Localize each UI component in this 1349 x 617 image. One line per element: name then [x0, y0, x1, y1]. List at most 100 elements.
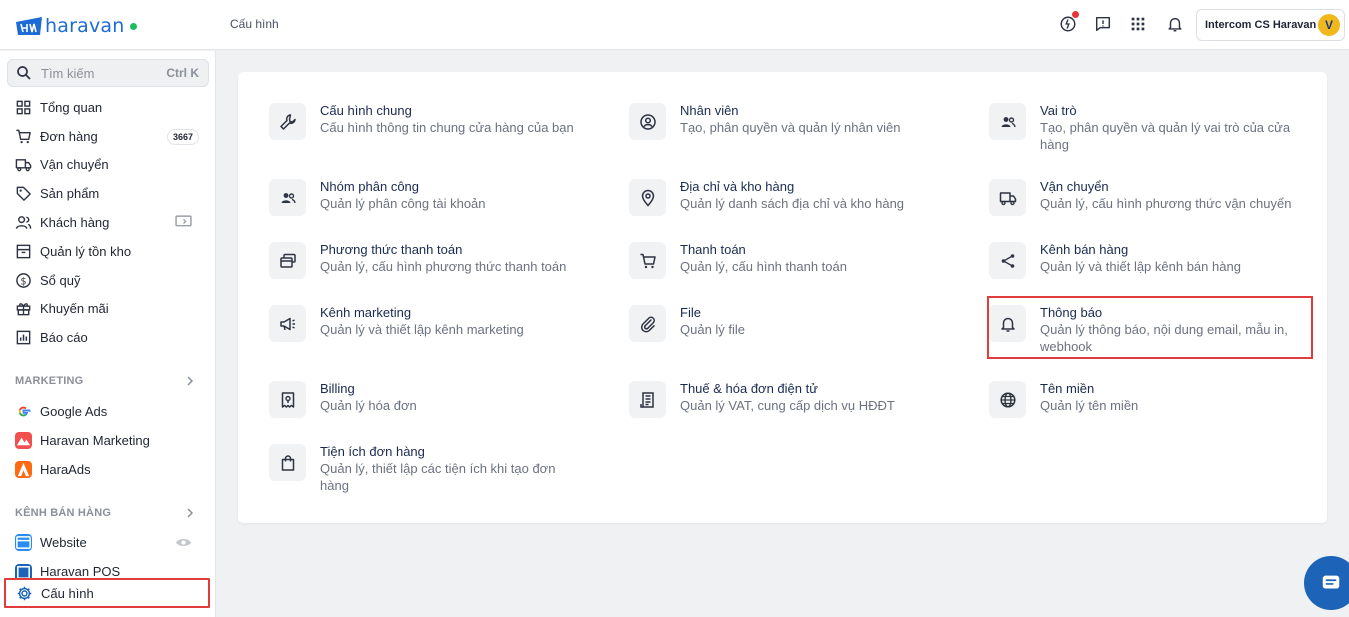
sidebar-item-ton-kho[interactable]: Quản lý tồn kho — [7, 238, 209, 265]
chat-icon — [1322, 575, 1340, 589]
sidebar-item-van-chuyen[interactable]: Vận chuyển — [7, 151, 209, 178]
setting-tax-einvoice[interactable]: Thuế & hóa đơn điện tử Quản lý VAT, cung … — [629, 380, 949, 418]
sidebar-item-label: Khách hàng — [40, 215, 110, 230]
bell-icon[interactable] — [1165, 14, 1185, 34]
setting-title: Thuế & hóa đơn điện tử — [680, 381, 818, 396]
section-title: MARKETING — [15, 375, 84, 387]
sidebar-item-label: Quản lý tồn kho — [40, 244, 132, 259]
sidebar-item-haravan-marketing[interactable]: Haravan Marketing — [7, 427, 209, 454]
pos-icon — [15, 564, 32, 578]
tag-icon — [16, 186, 31, 201]
apps-grid-icon[interactable] — [1128, 14, 1148, 34]
brand-name: haravan — [45, 15, 125, 37]
account-name: Intercom CS Haravan — [1205, 19, 1317, 31]
sidebar-item-label: Đơn hàng — [40, 129, 98, 144]
logo-icon — [14, 14, 44, 38]
setting-locations[interactable]: Địa chỉ và kho hàng Quản lý danh sách địa… — [629, 178, 949, 216]
sidebar-item-don-hang[interactable]: Đơn hàng 3667 — [7, 123, 209, 150]
megaphone-icon — [269, 305, 306, 342]
cart-icon — [16, 129, 31, 144]
search-input[interactable]: Tìm kiếm Ctrl K — [7, 59, 209, 87]
help-sync-icon[interactable] — [1058, 11, 1079, 34]
cashbook-icon: $ — [16, 273, 31, 288]
sidebar-item-bao-cao[interactable]: Báo cáo — [7, 324, 209, 351]
sidebar-item-so-quy[interactable]: $ Sổ quỹ — [7, 267, 209, 294]
order-count-badge: 3667 — [166, 128, 199, 145]
setting-shipping[interactable]: Vận chuyển Quản lý, cấu hình phương thức … — [989, 178, 1309, 216]
setting-title: Kênh bán hàng — [1040, 242, 1129, 257]
setting-title: Kênh marketing — [320, 305, 412, 320]
setting-desc: Tạo, phân quyền và quản lý vai trò của c… — [1040, 120, 1291, 152]
setting-title: Thanh toán — [680, 242, 746, 257]
setting-desc: Quản lý tên miền — [1040, 398, 1139, 413]
top-bar: haravan Cấu hình Intercom CS Haravan V — [0, 0, 1349, 50]
haravan-logo[interactable]: haravan — [14, 12, 138, 40]
setting-title: Nhóm phân công — [320, 179, 420, 194]
google-icon — [15, 403, 32, 420]
setting-assignment-groups[interactable]: Nhóm phân công Quản lý phân công tài khoả… — [269, 178, 589, 216]
setting-desc: Cấu hình thông tin chung cửa hàng của bạ… — [320, 120, 574, 135]
search-shortcut: Ctrl K — [166, 66, 199, 80]
setting-desc: Tạo, phân quyền và quản lý nhân viên — [680, 120, 901, 135]
sidebar-item-label: Haravan POS — [40, 564, 121, 578]
setting-staff[interactable]: Nhân viên Tạo, phân quyền và quản lý nhân… — [629, 102, 949, 140]
sidebar-item-label: Sản phẩm — [40, 186, 100, 201]
setting-roles[interactable]: Vai trò Tạo, phân quyền và quản lý vai tr… — [989, 102, 1309, 153]
sidebar-item-san-pham[interactable]: Sản phẩm — [7, 180, 209, 207]
sidebar-item-website[interactable]: Website — [7, 529, 209, 556]
payment-cards-icon — [269, 242, 306, 279]
setting-payment-methods[interactable]: Phương thức thanh toán Quản lý, cấu hình … — [269, 241, 589, 279]
sidebar-item-cau-hinh[interactable]: Cấu hình — [4, 578, 210, 608]
sidebar-item-google-ads[interactable]: Google Ads — [7, 398, 209, 425]
sidebar-item-label: HaraAds — [40, 462, 91, 477]
website-icon — [15, 534, 32, 551]
setting-title: Vai trò — [1040, 103, 1077, 118]
location-pin-icon — [629, 179, 666, 216]
setting-billing[interactable]: Billing Quản lý hóa đơn — [269, 380, 589, 418]
setting-general[interactable]: Cấu hình chung Cấu hình thông tin chung c… — [269, 102, 589, 140]
sidebar-item-khuyen-mai[interactable]: Khuyến mãi — [7, 295, 209, 322]
sidebar-item-label: Google Ads — [40, 404, 108, 419]
group-icon — [269, 179, 306, 216]
gift-icon — [16, 303, 31, 316]
setting-desc: Quản lý, cấu hình thanh toán — [680, 259, 847, 274]
setting-title: Tên miền — [1040, 381, 1095, 396]
eye-icon[interactable] — [174, 535, 192, 551]
section-marketing[interactable]: MARKETING — [15, 375, 195, 387]
dashboard-icon — [16, 100, 31, 115]
screen-share-icon[interactable] — [174, 215, 192, 231]
setting-desc: Quản lý VAT, cung cấp dịch vụ HĐĐT — [680, 398, 895, 413]
sidebar-item-haravan-pos[interactable]: Haravan POS — [7, 558, 209, 578]
avatar: V — [1318, 14, 1340, 36]
feedback-icon[interactable] — [1093, 14, 1113, 34]
section-sales-channels[interactable]: KÊNH BÁN HÀNG — [15, 507, 195, 519]
setting-domains[interactable]: Tên miền Quản lý tên miền — [989, 380, 1309, 418]
chevron-right-icon — [187, 376, 194, 386]
setting-desc: Quản lý, thiết lập các tiện ích khi tạo … — [320, 461, 556, 493]
setting-desc: Quản lý và thiết lập kênh marketing — [320, 322, 524, 337]
paperclip-icon — [629, 305, 666, 342]
sidebar-item-label: Haravan Marketing — [40, 433, 150, 448]
account-menu[interactable]: Intercom CS Haravan V — [1196, 9, 1345, 41]
roles-icon — [989, 103, 1026, 140]
setting-title: Vận chuyển — [1040, 179, 1109, 194]
invoice-icon — [629, 381, 666, 418]
setting-sales-channels[interactable]: Kênh bán hàng Quản lý và thiết lập kênh b… — [989, 241, 1309, 279]
setting-title: Cấu hình chung — [320, 103, 412, 118]
setting-files[interactable]: File Quản lý file — [629, 304, 949, 342]
sidebar-item-label: Sổ quỹ — [40, 273, 81, 288]
setting-desc: Quản lý, cấu hình phương thức vận chuyển — [1040, 196, 1292, 211]
sidebar-item-tong-quan[interactable]: Tổng quan — [7, 94, 209, 121]
setting-order-utilities[interactable]: Tiện ích đơn hàng Quản lý, thiết lập các … — [269, 443, 589, 494]
setting-desc: Quản lý file — [680, 322, 746, 337]
sidebar-item-khach-hang[interactable]: Khách hàng — [7, 209, 209, 236]
inventory-icon — [16, 244, 31, 259]
setting-checkout[interactable]: Thanh toán Quản lý, cấu hình thanh toán — [629, 241, 949, 279]
gear-icon — [17, 586, 32, 600]
setting-title: Phương thức thanh toán — [320, 242, 463, 257]
sidebar-item-haraads[interactable]: HaraAds — [7, 456, 209, 483]
globe-icon — [989, 381, 1026, 418]
setting-marketing-channels[interactable]: Kênh marketing Quản lý và thiết lập kênh … — [269, 304, 589, 342]
chat-button[interactable] — [1304, 556, 1349, 610]
setting-desc: Quản lý hóa đơn — [320, 398, 417, 413]
